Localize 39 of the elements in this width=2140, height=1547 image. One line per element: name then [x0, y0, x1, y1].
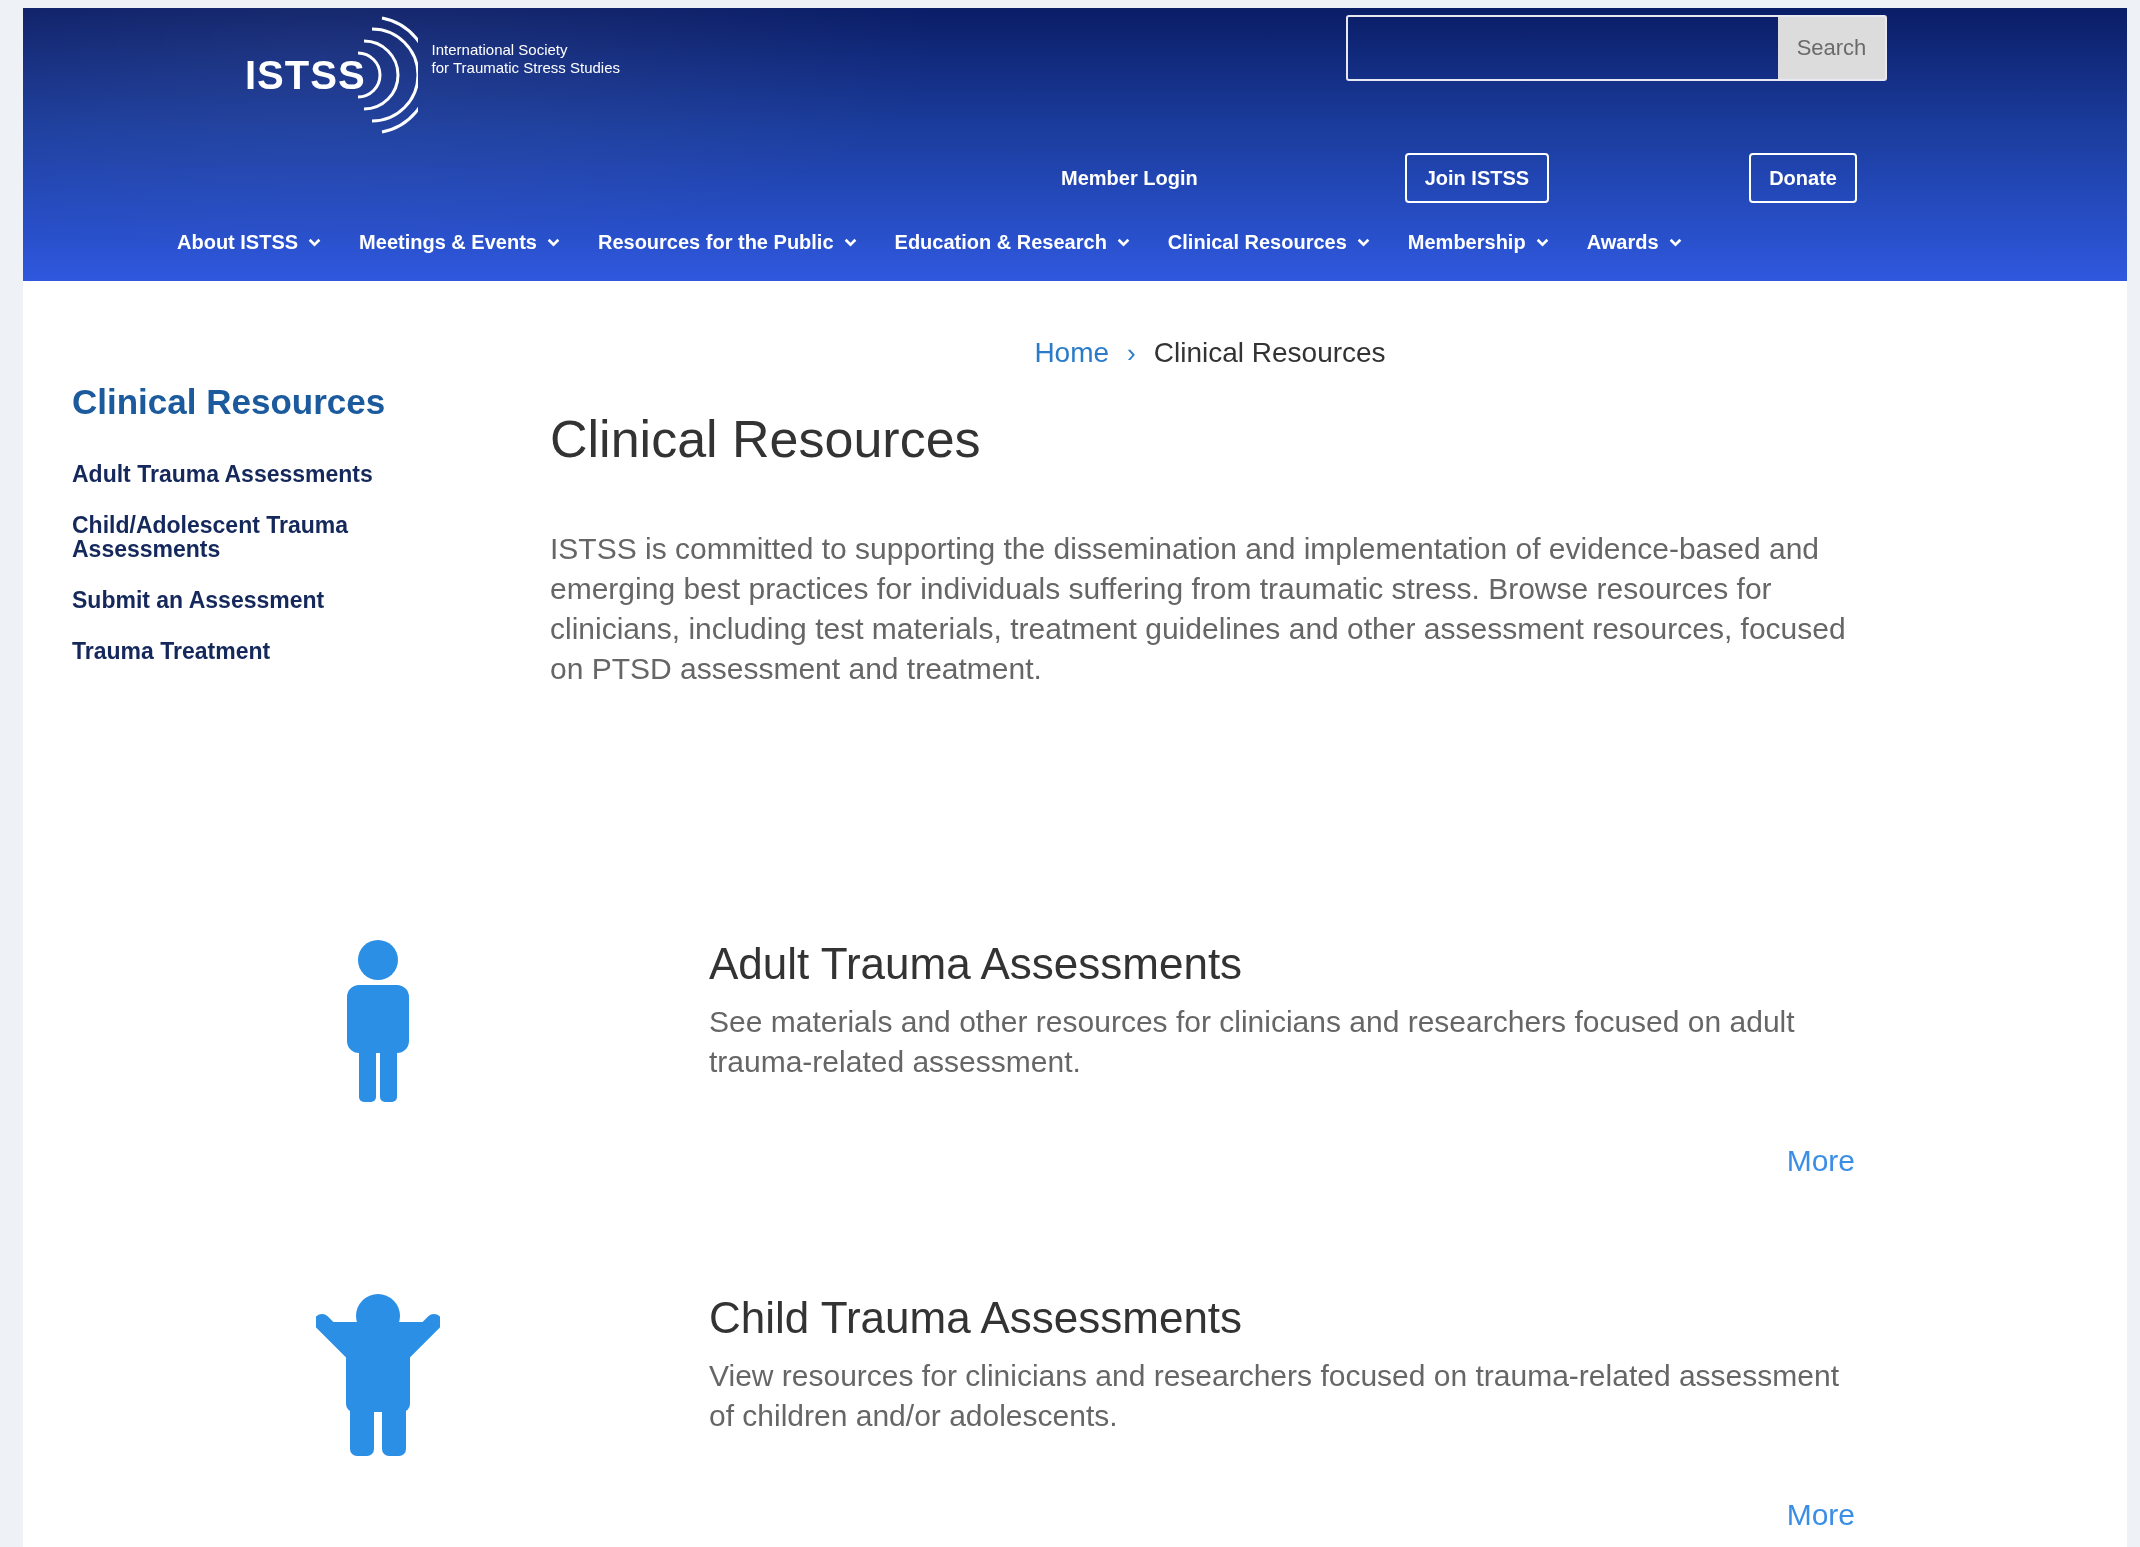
caret-icon — [1535, 238, 1549, 247]
donate-button[interactable]: Donate — [1749, 153, 1857, 203]
search-button[interactable]: Search — [1778, 17, 1885, 79]
child-arms-up-icon — [316, 1294, 440, 1456]
nav-menu-item[interactable]: Education & Research — [894, 231, 1130, 254]
person-icon — [347, 940, 409, 1102]
nav-menu-item[interactable]: Resources for the Public — [597, 231, 857, 254]
nav-menu-item[interactable]: Awards — [1586, 231, 1682, 254]
more-link[interactable]: More — [1786, 1144, 1855, 1177]
logo-wordmark[interactable]: ISTSS — [245, 52, 366, 98]
sidebar-link[interactable]: Adult Trauma Assessments — [72, 462, 402, 486]
caret-icon — [1668, 238, 1682, 247]
nav-menu-item[interactable]: Membership — [1407, 231, 1549, 254]
card-description: See materials and other resources for clinicians and researchers focused on adult trauma-related assessment. — [709, 1004, 1796, 1080]
card-description: View resources for clinicians and researchers focused on trauma-related assessment of children and/or adolescents. — [709, 1358, 1840, 1434]
search-field[interactable]: Search — [1346, 15, 1887, 81]
sidebar-title: Clinical Resources — [72, 382, 387, 422]
breadcrumb-link[interactable]: Home — [1034, 337, 1110, 369]
more-link[interactable]: More — [1786, 1498, 1855, 1531]
logo-subtitle: International Society for Traumatic Stress Studies — [431, 41, 620, 77]
member-login-link[interactable]: Member Login — [1061, 166, 1198, 190]
page-title: Clinical Resources — [550, 409, 982, 469]
sidebar-link[interactable]: Trauma Treatment — [72, 639, 402, 663]
intro-paragraph: ISTSS is committed to supporting the dissemination and implementation of evidence-based and emerging best practices for individuals suffering from traumatic stress. Browse resources for clinicians, including test materials, treatment guidelines and other assessment resources, focused on PTSD assessment and treatment. — [550, 531, 1847, 687]
breadcrumb-current: Clinical Resources — [1153, 337, 1386, 369]
nav-menu-item[interactable]: Clinical Resources — [1167, 231, 1370, 254]
sidebar-link[interactable]: Submit an Assessment — [72, 588, 402, 612]
breadcrumb-separator: › — [1127, 337, 1136, 369]
caret-icon — [1116, 238, 1130, 247]
nav-menu-item[interactable]: About ISTSS — [177, 231, 322, 254]
card-title: Adult Trauma Assessments — [709, 938, 1244, 990]
join-button[interactable]: Join ISTSS — [1404, 153, 1550, 203]
caret-icon — [546, 238, 560, 247]
caret-icon — [308, 238, 322, 247]
caret-icon — [1356, 238, 1370, 247]
sidebar-link[interactable]: Child/Adolescent Trauma Assessments — [72, 513, 402, 561]
card-title: Child Trauma Assessments — [709, 1292, 1244, 1344]
caret-icon — [843, 238, 857, 247]
nav-menu-item[interactable]: Meetings & Events — [359, 231, 560, 254]
